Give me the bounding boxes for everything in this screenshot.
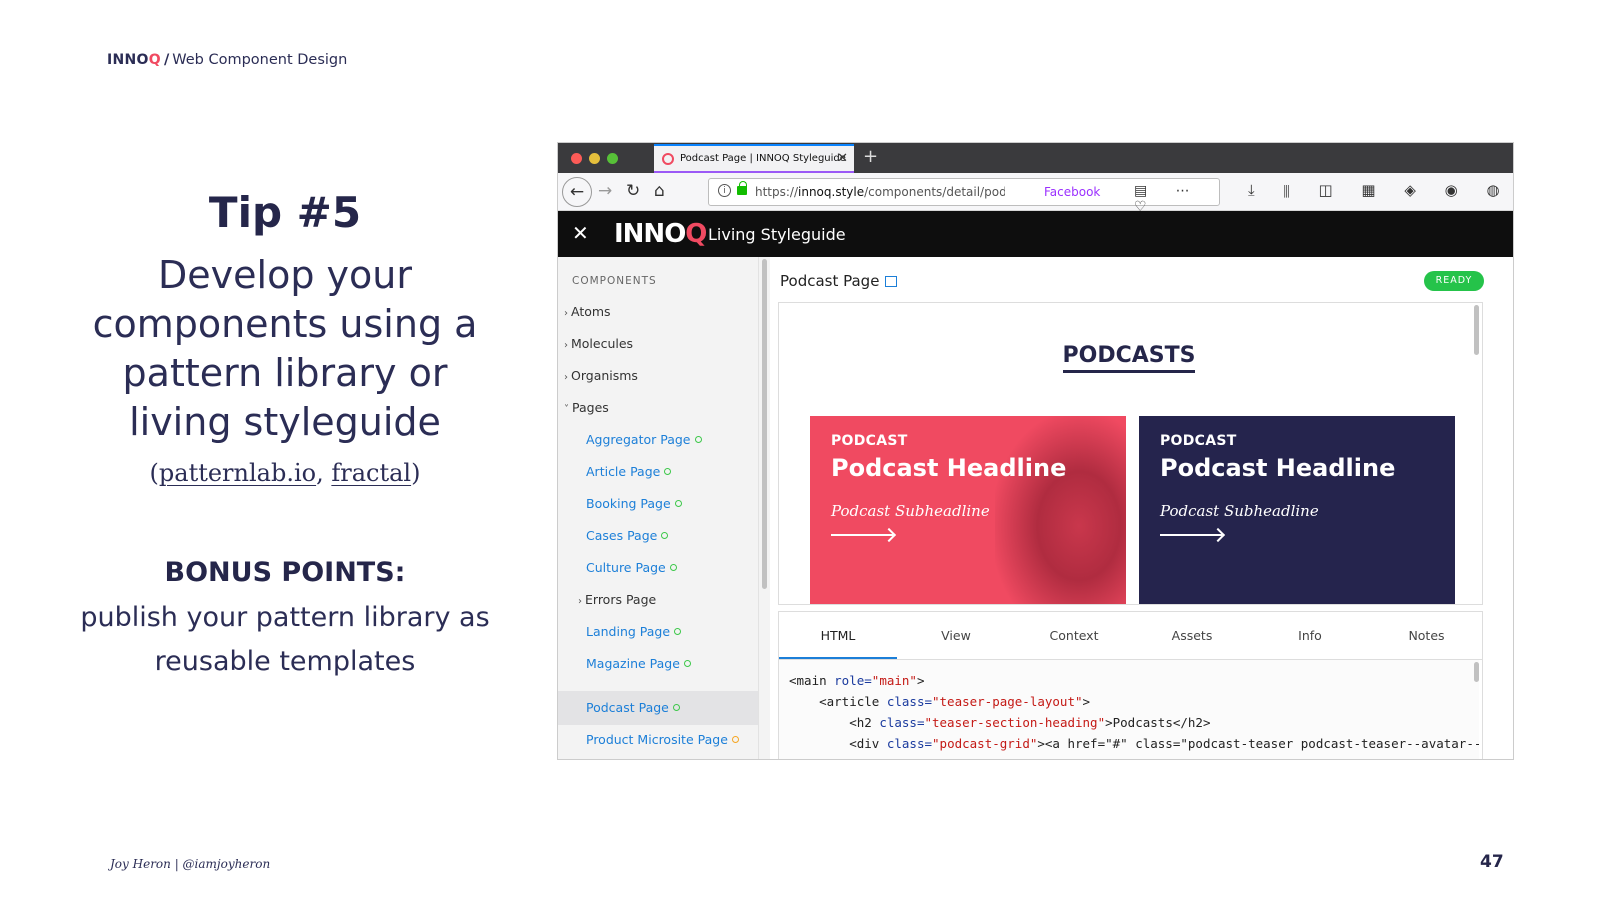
browser-toolbar: ← → ↻ ⌂ i https://innoq.style/components…: [558, 173, 1513, 215]
url-bar[interactable]: i https://innoq.style/components/detail/…: [708, 178, 1220, 215]
facebook-container-label[interactable]: Facebook: [1044, 185, 1100, 199]
tab-html[interactable]: HTML: [779, 612, 897, 659]
status-ready-icon: [672, 704, 680, 711]
chevron-right-icon: ›: [564, 340, 568, 351]
arrow-right-icon: [1160, 534, 1222, 536]
page-title: Podcast Page: [780, 272, 898, 290]
tip-headline: Develop your components using a pattern …: [92, 253, 478, 444]
status-badge: READY: [1424, 271, 1484, 291]
minimize-window-button[interactable]: [589, 153, 600, 164]
chevron-down-icon: ˅: [564, 404, 569, 415]
tab-assets[interactable]: Assets: [1133, 612, 1251, 659]
styleguide-header: ✕ INNOQ Living Styleguide: [558, 211, 1513, 257]
sidebar-group-molecules[interactable]: › Molecules: [564, 336, 633, 351]
sidebar-item-podcast-page[interactable]: Podcast Page: [586, 700, 680, 715]
close-tab-icon[interactable]: ✕: [837, 151, 848, 166]
toolbar-extension-icons[interactable]: ⤓ ⫴ ◫ ▦ ◈ ◉ ◍ » ≡: [1248, 181, 1513, 199]
open-in-new-icon[interactable]: [885, 276, 898, 287]
component-detail: Podcast Page READY PODCASTS PODCAST Podc…: [770, 257, 1513, 759]
sidebar-heading: COMPONENTS: [572, 275, 657, 287]
podcast-teaser-card[interactable]: PODCAST Podcast Headline Podcast Subhead…: [810, 416, 1126, 604]
status-wip-icon: [731, 736, 739, 743]
code-line: <h2 class="teaser-section-heading">Podca…: [849, 715, 1211, 730]
status-ready-icon: [683, 660, 691, 667]
close-navigation-icon[interactable]: ✕: [572, 221, 589, 245]
tab-context[interactable]: Context: [1015, 612, 1133, 659]
browser-tab[interactable]: Podcast Page | INNOQ Styleguide ✕: [654, 144, 854, 173]
code-line: <article class="teaser-page-layout">: [819, 694, 1091, 709]
sidebar-item-aggregator-page[interactable]: Aggregator Page: [586, 432, 702, 447]
new-tab-icon[interactable]: +: [863, 146, 878, 167]
sidebar-item-landing-page[interactable]: Landing Page: [586, 624, 682, 639]
slide-footer-author: Joy Heron | @iamjoyheron: [110, 857, 271, 871]
sidebar-scrollbar[interactable]: [758, 257, 770, 759]
sidebar-item-product-microsite-page[interactable]: Product Microsite Page: [586, 732, 739, 747]
status-ready-icon: [669, 564, 677, 571]
sidebar-item-magazine-page[interactable]: Magazine Page: [586, 656, 691, 671]
detail-tabs-panel: HTML View Context Assets Info Notes <mai…: [778, 611, 1484, 759]
tab-view[interactable]: View: [897, 612, 1015, 659]
podcast-teaser-card[interactable]: PODCAST Podcast Headline Podcast Subhead…: [1139, 416, 1455, 604]
slide-content: Tip #5 Develop your components using a p…: [60, 185, 510, 684]
html-code-block: <main role="main"> <article class="tease…: [779, 660, 1479, 759]
sidebar-item-booking-page[interactable]: Booking Page: [586, 496, 682, 511]
back-button[interactable]: ←: [562, 177, 592, 207]
deck-title: Web Component Design: [172, 52, 348, 68]
tab-notes[interactable]: Notes: [1369, 612, 1484, 659]
sidebar-item-culture-page[interactable]: Culture Page: [586, 560, 677, 575]
status-ready-icon: [694, 436, 702, 443]
browser-tab-bar: Podcast Page | INNOQ Styleguide ✕ +: [558, 143, 1513, 173]
info-icon[interactable]: i: [718, 184, 731, 197]
fractal-link[interactable]: fractal: [331, 459, 411, 487]
innoq-styleguide-logo: INNOQ: [614, 219, 707, 249]
url-text[interactable]: https://innoq.style/components/detail/po…: [755, 185, 1005, 199]
podcast-host-photo: [995, 416, 1126, 604]
sidebar-group-organisms[interactable]: › Organisms: [564, 368, 638, 383]
sidebar-item-article-page[interactable]: Article Page: [586, 464, 672, 479]
chevron-right-icon: ›: [578, 596, 582, 607]
home-icon[interactable]: ⌂: [654, 181, 665, 201]
tab-info[interactable]: Info: [1251, 612, 1369, 659]
code-line: <div class="podcast-grid"><a href="#" cl…: [849, 736, 1479, 751]
arrow-right-icon: [831, 534, 893, 536]
sidebar-item-cases-page[interactable]: Cases Page: [586, 528, 669, 543]
sidebar-item-errors-page[interactable]: › Errors Page: [578, 592, 656, 607]
bonus-text: publish your pattern library as reusable…: [80, 602, 490, 677]
close-window-button[interactable]: [571, 153, 582, 164]
tool-links: (patternlab.io, fractal): [149, 459, 421, 487]
innoq-logo: INNOQ: [107, 52, 161, 68]
tab-title: Podcast Page | INNOQ Styleguide: [680, 153, 846, 164]
preview-heading: PODCASTS: [779, 343, 1479, 373]
tip-title: Tip #5: [208, 188, 362, 237]
code-scrollbar[interactable]: [1474, 662, 1479, 682]
bonus-title: BONUS POINTS:: [164, 557, 406, 588]
innoq-favicon-icon: [662, 153, 674, 165]
patternlab-link[interactable]: patternlab.io: [159, 459, 316, 487]
reload-icon[interactable]: ↻: [626, 181, 640, 201]
slide-header: INNOQ / Web Component Design: [107, 52, 348, 68]
status-ready-icon: [661, 532, 669, 539]
maximize-window-button[interactable]: [607, 153, 618, 164]
lock-icon: [737, 181, 747, 195]
chevron-right-icon: ›: [564, 372, 568, 383]
components-sidebar: COMPONENTS › Atoms › Molecules › Organisms …: [558, 257, 758, 759]
browser-window: Podcast Page | INNOQ Styleguide ✕ + ← → …: [557, 142, 1514, 760]
chevron-right-icon: ›: [564, 308, 568, 319]
sidebar-group-pages[interactable]: ˅ Pages: [564, 400, 609, 415]
sidebar-group-atoms[interactable]: › Atoms: [564, 304, 611, 319]
status-ready-icon: [664, 468, 672, 475]
forward-button[interactable]: →: [598, 181, 612, 201]
component-preview: PODCASTS PODCAST Podcast Headline Podcas…: [778, 302, 1483, 605]
code-line: <main role="main">: [789, 673, 925, 688]
status-ready-icon: [674, 628, 682, 635]
status-ready-icon: [674, 500, 682, 507]
styleguide-title: Living Styleguide: [708, 225, 846, 244]
slide-page-number: 47: [1480, 852, 1504, 872]
